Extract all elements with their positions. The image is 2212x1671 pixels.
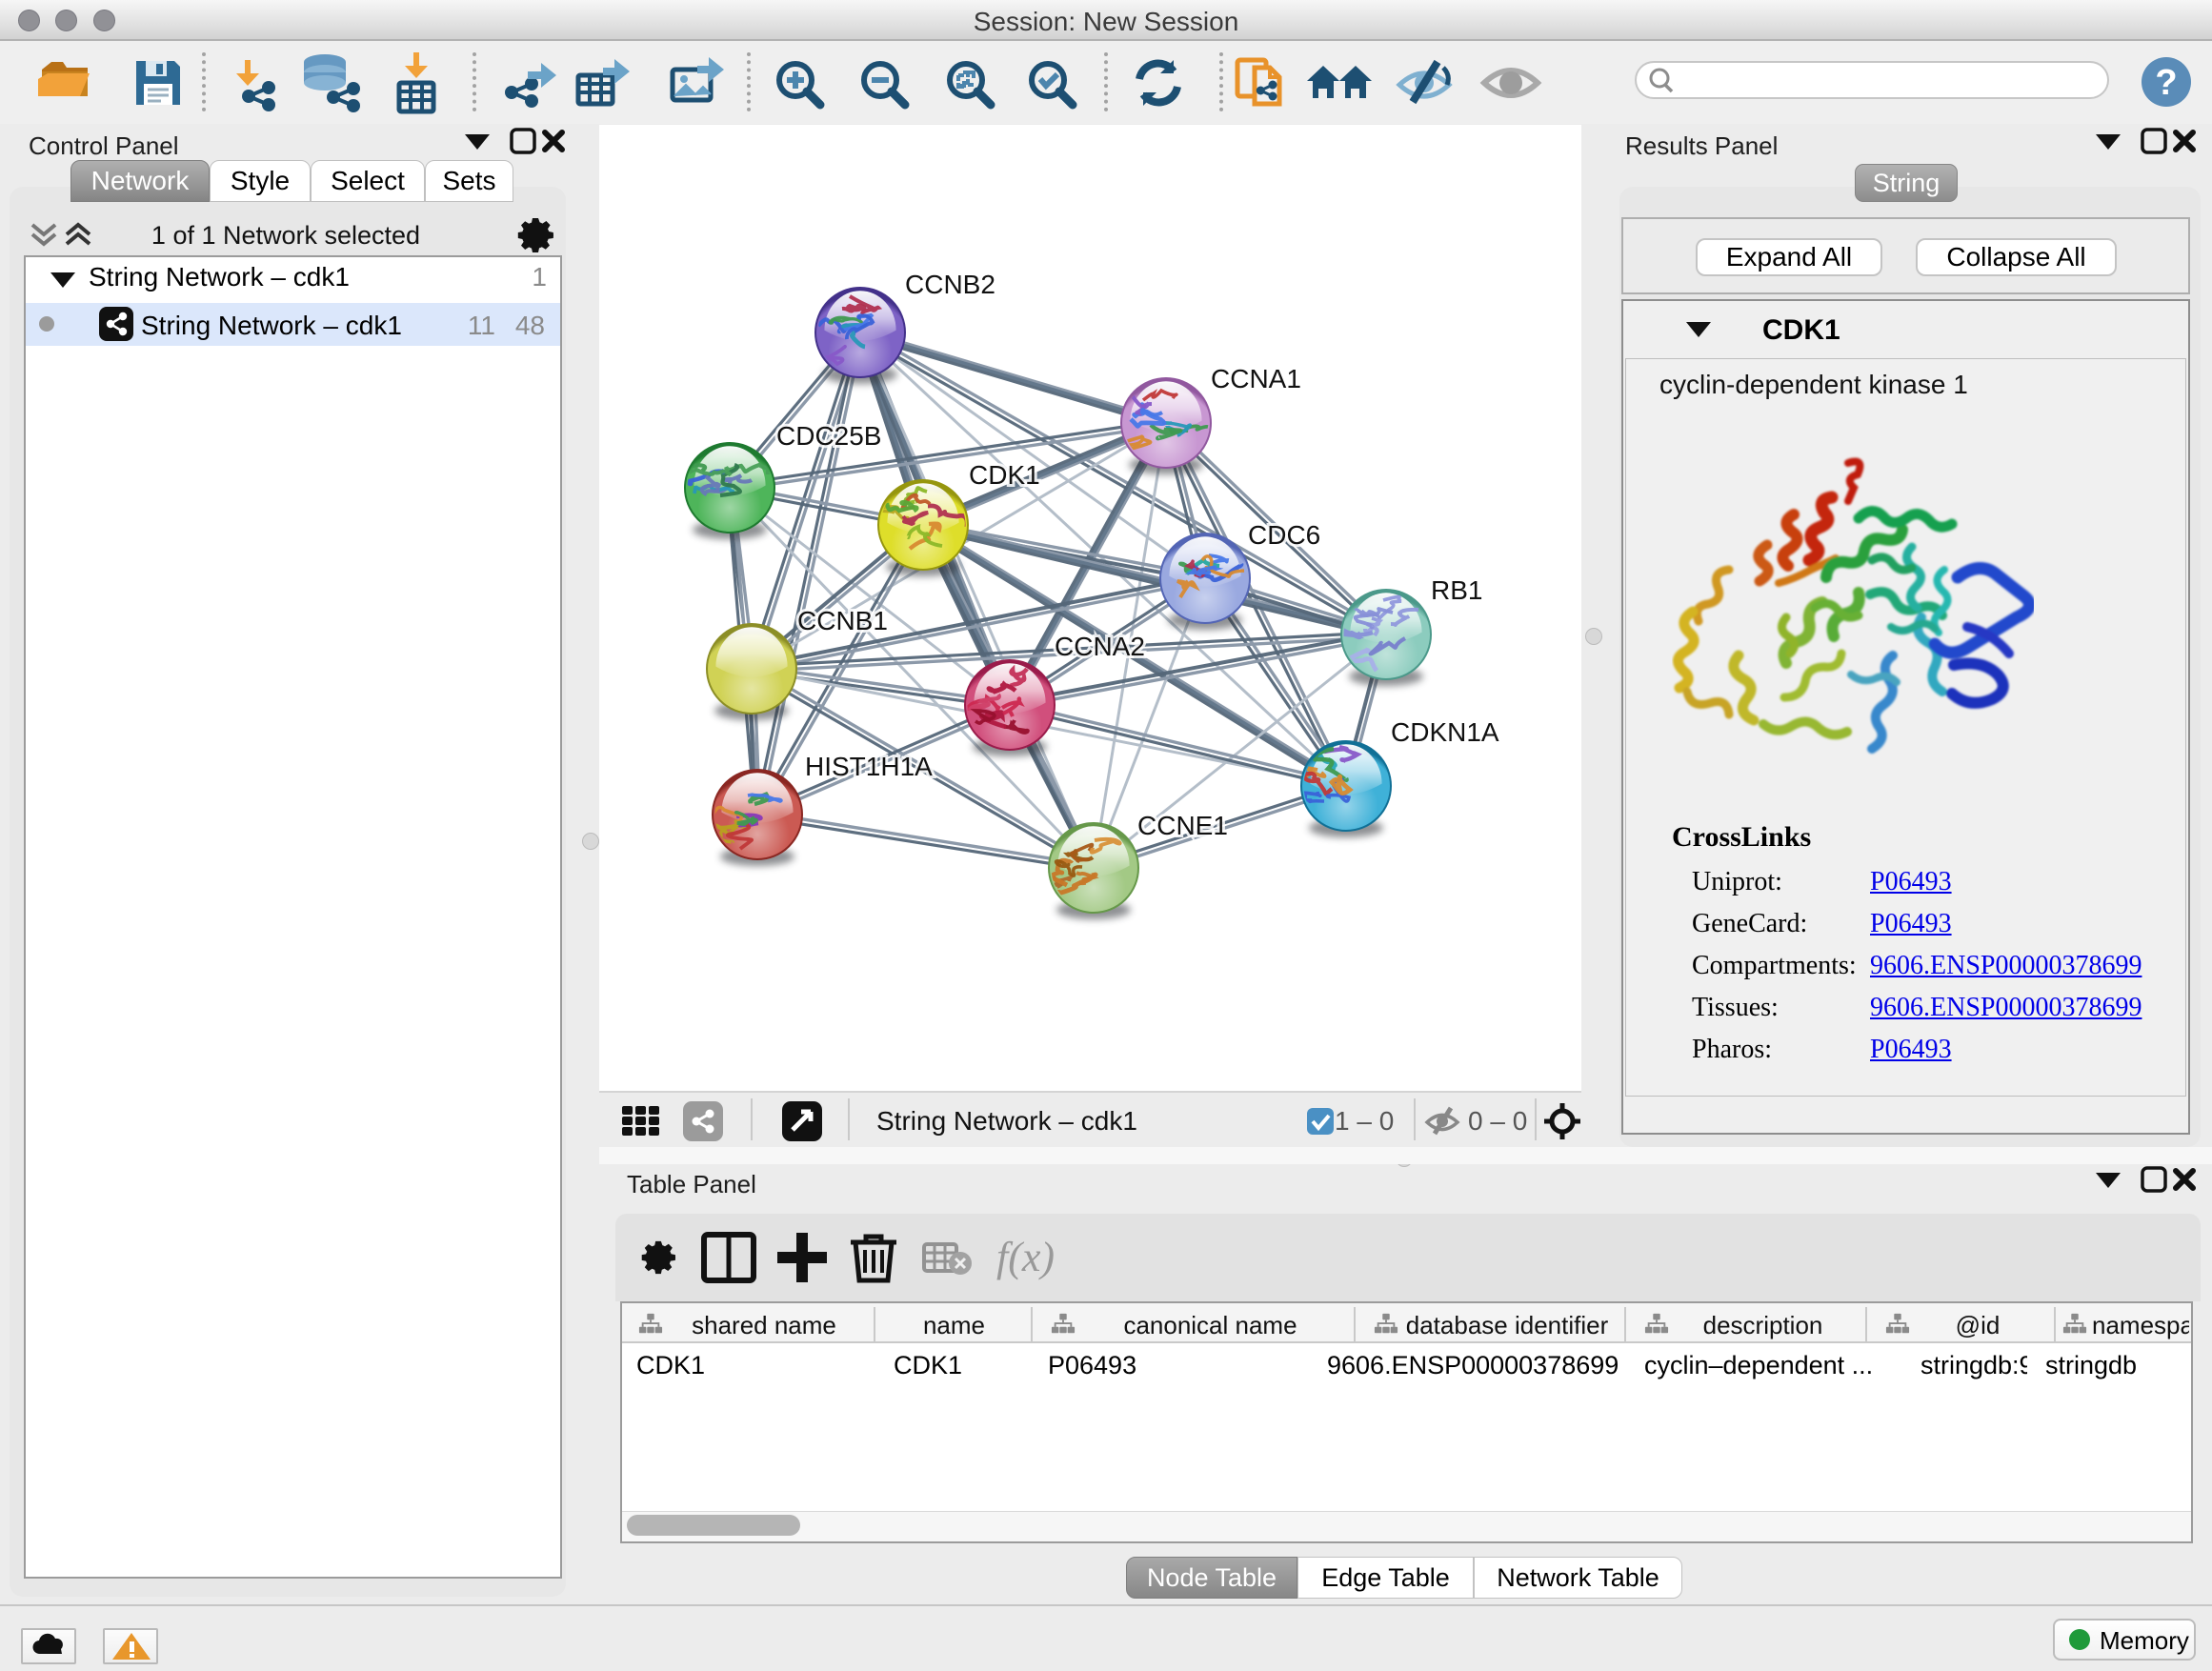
svg-text:CDKN1A: CDKN1A (1391, 717, 1499, 747)
svg-text:0 – 0: 0 – 0 (1468, 1106, 1527, 1136)
svg-text:1 – 0: 1 – 0 (1335, 1106, 1394, 1136)
svg-text:String Network – cdk1: String Network – cdk1 (876, 1106, 1137, 1136)
svg-text:CCNB2: CCNB2 (905, 270, 995, 299)
svg-text:CDK1: CDK1 (969, 460, 1040, 490)
svg-text:CCNA1: CCNA1 (1211, 364, 1301, 393)
svg-text:f(x): f(x) (996, 1234, 1055, 1280)
svg-text:?: ? (2155, 63, 2177, 103)
svg-text:HIST1H1A: HIST1H1A (805, 752, 933, 781)
svg-text:CCNB1: CCNB1 (797, 606, 888, 635)
svg-text:CDC6: CDC6 (1248, 520, 1320, 550)
svg-text:CCNE1: CCNE1 (1137, 811, 1228, 840)
svg-text:CDC25B: CDC25B (776, 421, 881, 451)
svg-text:CCNA2: CCNA2 (1055, 632, 1145, 661)
svg-text:RB1: RB1 (1431, 575, 1482, 605)
